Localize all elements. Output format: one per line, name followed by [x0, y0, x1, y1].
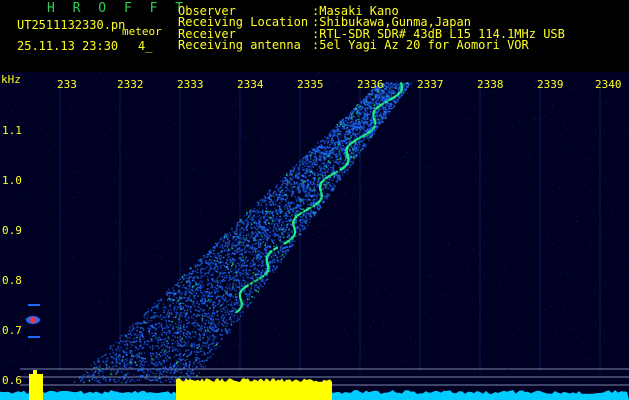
x-tick-6: 2336	[357, 78, 384, 91]
spectrogram-canvas	[0, 72, 629, 400]
x-tick-8: 2338	[477, 78, 504, 91]
spectrogram-plot	[0, 72, 629, 400]
y-tick-1.0: 1.0	[2, 174, 22, 187]
meteor-count: 4_	[138, 39, 153, 53]
y-tick-0.8: 0.8	[2, 274, 22, 287]
x-tick-9: 2339	[537, 78, 564, 91]
y-tick-0.6: 0.6	[2, 374, 22, 387]
timestamp: 25.11.13 23:30	[17, 39, 119, 53]
y-axis-unit: kHz	[1, 73, 21, 86]
y-tick-0.7: 0.7	[2, 324, 22, 337]
file-name: UT2511132330.pn	[17, 18, 126, 32]
x-tick-7: 2337	[417, 78, 444, 91]
app-title: H R O F F T	[47, 1, 189, 16]
x-tick-10: 2340	[595, 78, 622, 91]
antenna-value: :5el Yagi Az 20 for Aomori VOR	[312, 38, 529, 52]
y-tick-0.9: 0.9	[2, 224, 22, 237]
x-tick-5: 2335	[297, 78, 324, 91]
x-tick-2: 2332	[117, 78, 144, 91]
x-tick-4: 2334	[237, 78, 264, 91]
meteor-label: meteor	[122, 25, 162, 38]
x-tick-3: 2333	[177, 78, 204, 91]
x-tick-1: 233	[57, 78, 77, 91]
hroffft-window: { "header": { "title": "H R O F F T", "f…	[0, 0, 629, 400]
y-tick-1.1: 1.1	[2, 124, 22, 137]
antenna-label: Receiving antenna	[178, 38, 301, 52]
